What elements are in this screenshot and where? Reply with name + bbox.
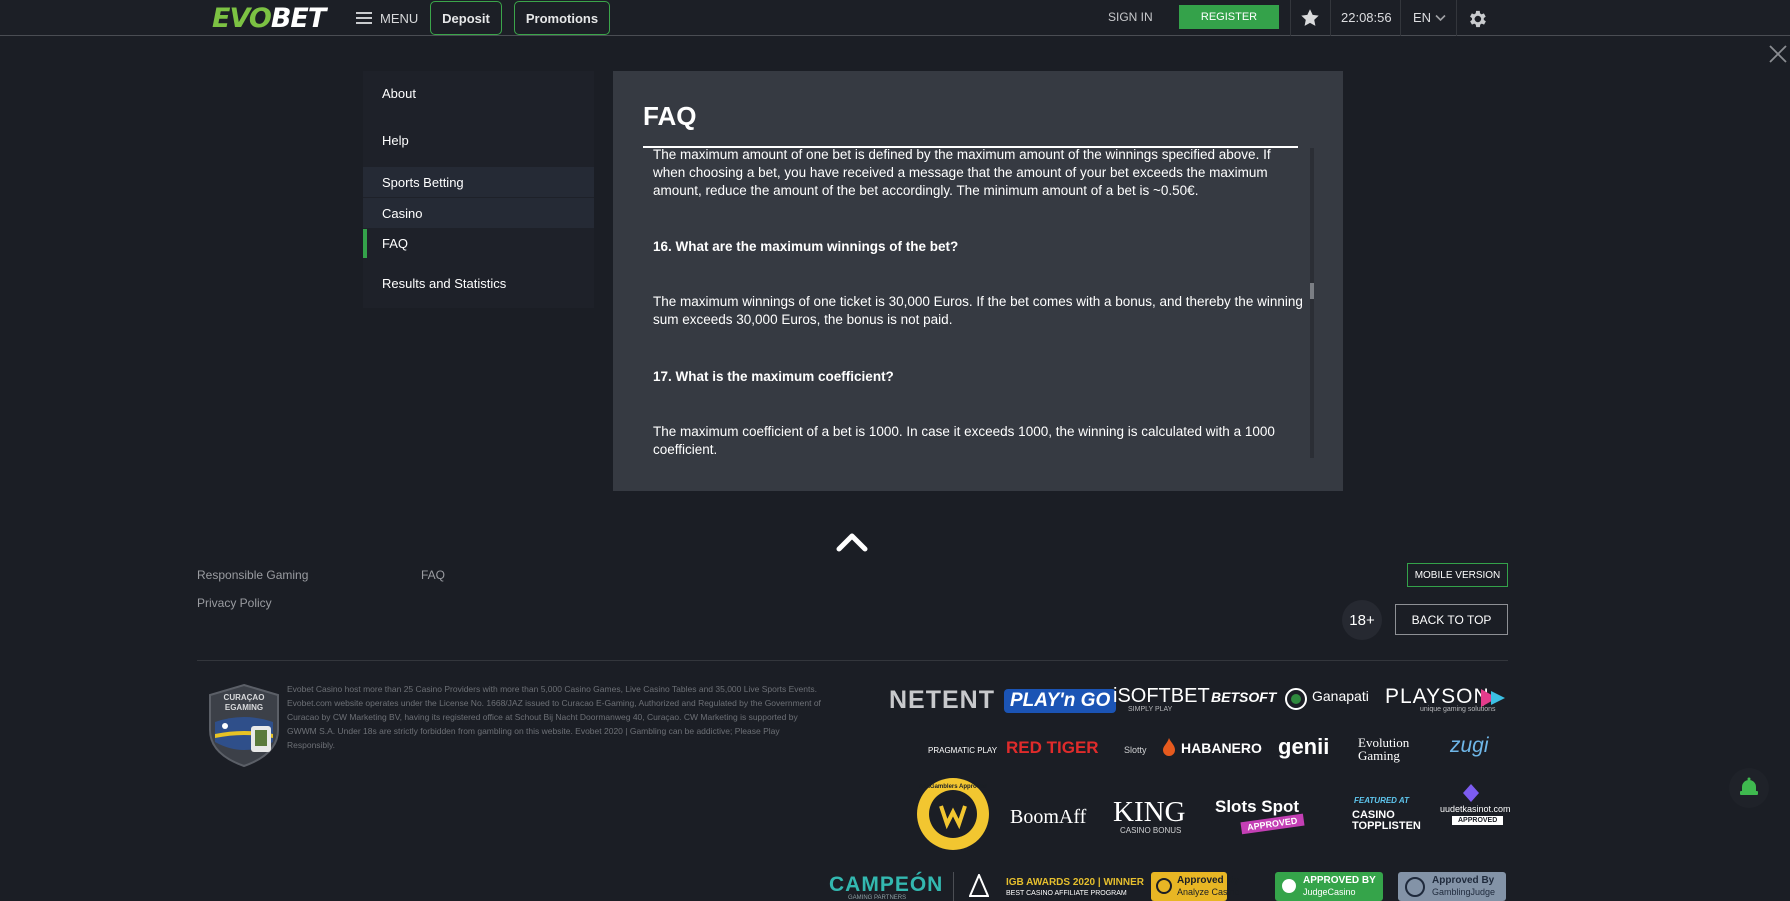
king-casino-bonus-sub: CASINO BONUS — [1120, 826, 1182, 835]
menu-icon — [356, 12, 372, 24]
logo-prefix: EVO — [212, 3, 272, 34]
legal-disclaimer: Evobet Casino host more than 25 Casino P… — [287, 684, 821, 750]
chevron-down-icon — [1435, 14, 1446, 21]
sidebar-item-faq[interactable]: FAQ — [363, 229, 594, 258]
footer-divider — [197, 660, 1508, 661]
habanero-flame-icon — [1163, 738, 1175, 756]
faq-panel: FAQ The maximum amount of one bet is def… — [613, 71, 1343, 491]
judgecasino-top: APPROVED BY — [1303, 875, 1376, 886]
provider-logo-isoftbet-sub: SIMPLY PLAY — [1128, 706, 1173, 713]
footer-link-responsible-gaming[interactable]: Responsible Gaming — [197, 568, 308, 582]
campeon-sub: GAMING PARTNERS — [848, 895, 907, 901]
header-divider — [1330, 0, 1331, 36]
igb-awards-sub: BEST CASINO AFFILIATE PROGRAM — [1006, 890, 1127, 897]
faq-answer: The maximum amount of one bet is defined… — [653, 147, 1271, 198]
gear-icon[interactable] — [1466, 8, 1488, 30]
provider-logo-slotty[interactable]: Slotty — [1124, 745, 1147, 755]
close-icon[interactable] — [1768, 44, 1788, 64]
playson-mark-icon — [1481, 689, 1505, 707]
provider-logo-isoftbet[interactable]: iSOFTBET — [1113, 685, 1210, 708]
sign-in-link[interactable]: SIGN IN — [1108, 10, 1153, 24]
sidebar-item-sports-betting[interactable]: Sports Betting — [363, 167, 594, 197]
footer-link-faq[interactable]: FAQ — [421, 568, 445, 582]
back-to-top-button[interactable]: BACK TO TOP — [1395, 604, 1508, 635]
analyze-casino-name: Analyze Casino — [1177, 887, 1240, 897]
deposit-button[interactable]: Deposit — [430, 1, 502, 35]
campeon-logo[interactable]: CAMPEÓN — [829, 873, 943, 897]
provider-logo-ganapati[interactable]: Ganapati — [1312, 688, 1369, 704]
ganapati-icon — [1285, 688, 1307, 710]
provider-logo-playngo[interactable]: PLAY'n GO — [1004, 689, 1117, 713]
clock: 22:08:56 — [1341, 10, 1392, 25]
logo-suffix: BET — [270, 3, 326, 34]
uudetkasinot-approved: APPROVED — [1452, 816, 1504, 825]
promotions-button[interactable]: Promotions — [514, 1, 610, 35]
header-divider — [1290, 0, 1291, 36]
evobet-logo[interactable]: EVOBET — [212, 3, 326, 34]
provider-logo-red-tiger[interactable]: RED TIGER — [1006, 738, 1099, 758]
provider-logo-evolution[interactable]: Evolution Gaming — [1358, 736, 1438, 762]
faq-question: 16. What are the maximum winnings of the… — [653, 239, 959, 254]
sidebar-item-help[interactable]: Help — [363, 115, 594, 165]
judgecasino-name: JudgeCasino — [1303, 887, 1356, 897]
language-selector[interactable]: EN — [1413, 10, 1446, 25]
gamblingjudge-top: Approved By — [1432, 875, 1495, 886]
analyze-casino-icon — [1156, 878, 1172, 894]
header-divider — [1456, 0, 1457, 36]
king-casino-bonus-logo[interactable]: KING — [1113, 796, 1186, 829]
active-indicator — [363, 229, 367, 258]
provider-logo-pragmatic[interactable]: PRAGMATIC PLAY — [928, 746, 997, 755]
menu-button[interactable]: MENU — [356, 9, 418, 27]
faq-scrollbar[interactable] — [1310, 148, 1314, 458]
uudetkasinot-diamond-icon — [1463, 784, 1479, 802]
gamblingjudge-icon — [1405, 877, 1425, 897]
boomaff-logo[interactable]: BoomAff — [1010, 806, 1086, 829]
judgecasino-icon — [1282, 879, 1296, 893]
casino-topplisten-logo[interactable]: CASINO TOPPLISTEN — [1352, 810, 1424, 832]
footer-link-privacy-policy[interactable]: Privacy Policy — [197, 596, 272, 610]
notification-button[interactable] — [1729, 768, 1769, 808]
curacao-egaming-seal[interactable]: CURAÇAO EGAMING — [205, 682, 283, 768]
faq-answer: The maximum coefficient of a bet is 1000… — [653, 424, 1275, 457]
top-header: EVOBET MENU Deposit Promotions SIGN IN R… — [0, 0, 1790, 36]
slots-spot-logo[interactable]: Slots Spot — [1215, 797, 1299, 817]
badge-divider — [953, 872, 954, 901]
analyze-casino-top: Approved By — [1177, 875, 1240, 886]
chevron-up-icon[interactable] — [836, 531, 868, 553]
provider-logo-netent[interactable]: NETENT — [889, 686, 995, 715]
faq-question: 17. What is the maximum coefficient? — [653, 369, 894, 384]
faq-answer: The maximum winnings of one ticket is 30… — [653, 294, 1303, 327]
askgamblers-approved-badge[interactable]: AskGamblers Approved — [915, 776, 991, 852]
provider-logo-zugi[interactable]: zugi — [1450, 734, 1489, 758]
askgamblers-label: AskGamblers Approved — [919, 784, 987, 790]
seal-line-2: EGAMING — [225, 703, 263, 712]
provider-logo-habanero[interactable]: HABANERO — [1181, 740, 1262, 756]
bell-icon — [1740, 777, 1758, 795]
register-button[interactable]: REGISTER — [1179, 5, 1279, 29]
featured-at-label: FEATURED AT — [1354, 796, 1409, 805]
menu-label: MENU — [380, 10, 419, 26]
uudetkasinot-logo[interactable]: uudetkasinot.com — [1440, 804, 1511, 814]
igb-award-icon — [969, 874, 989, 897]
age-restriction-badge: 18+ — [1342, 600, 1382, 640]
judgecasino-badge[interactable]: APPROVED BY JudgeCasino — [1275, 872, 1383, 901]
gamblingjudge-badge[interactable]: Approved By GamblingJudge — [1398, 872, 1506, 901]
gamblingjudge-name: GamblingJudge — [1432, 887, 1496, 897]
sidebar-item-casino[interactable]: Casino — [363, 198, 594, 228]
analyze-casino-badge[interactable]: Approved By Analyze Casino — [1151, 872, 1240, 901]
seal-line-1: CURAÇAO — [224, 693, 265, 702]
header-divider — [1400, 0, 1401, 36]
info-sidebar: About Help Sports Betting Casino FAQ Res… — [363, 71, 594, 308]
faq-title: FAQ — [643, 101, 697, 131]
igb-awards-label[interactable]: IGB AWARDS 2020 | WINNER — [1006, 877, 1144, 888]
provider-logo-genii[interactable]: genii — [1278, 734, 1329, 760]
provider-logo-betsoft[interactable]: BETSOFT — [1211, 689, 1276, 705]
star-icon[interactable] — [1299, 7, 1321, 29]
mobile-version-button[interactable]: MOBILE VERSION — [1407, 563, 1508, 587]
sidebar-item-about[interactable]: About — [363, 71, 594, 115]
faq-scroll-thumb[interactable] — [1310, 283, 1314, 299]
sidebar-item-results-and-statistics[interactable]: Results and Statistics — [363, 261, 594, 305]
language-label: EN — [1413, 10, 1432, 25]
